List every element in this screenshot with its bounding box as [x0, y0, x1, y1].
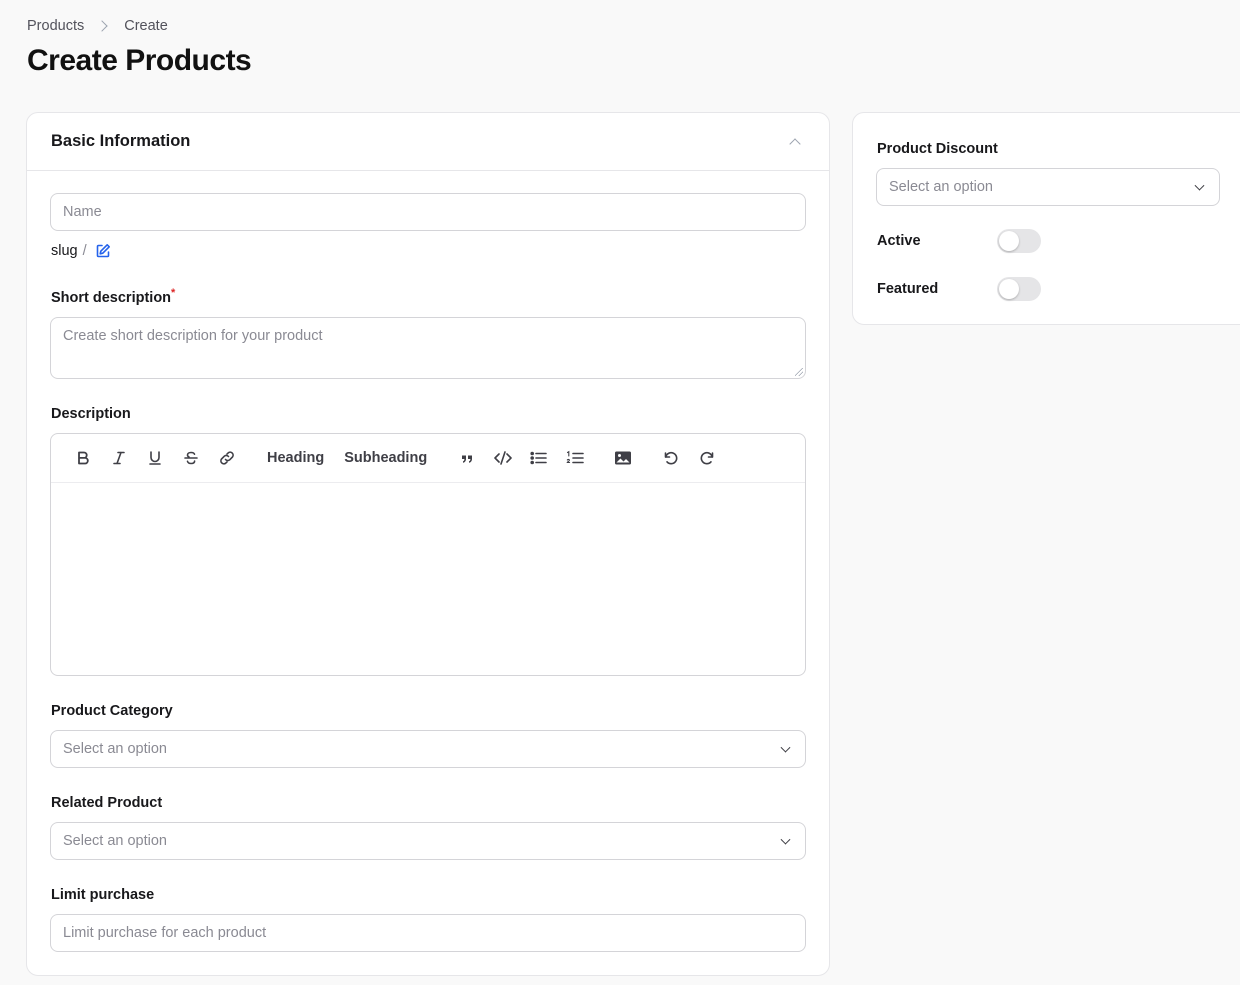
underline-button[interactable] [137, 442, 173, 474]
redo-icon [700, 451, 714, 465]
product-category-select[interactable]: Select an option [50, 730, 806, 768]
italic-button[interactable] [101, 442, 137, 474]
toggle-knob [999, 231, 1019, 251]
name-placeholder: Name [63, 204, 102, 220]
breadcrumb-products-link[interactable]: Products [27, 18, 84, 34]
underline-icon [149, 451, 161, 465]
quote-icon [462, 455, 473, 463]
chevron-down-icon [780, 742, 791, 753]
bullet-list-icon [530, 451, 547, 465]
collapse-button[interactable] [785, 132, 805, 152]
blockquote-button[interactable] [449, 442, 485, 474]
undo-icon [664, 451, 678, 465]
related-product-label: Related Product [51, 795, 163, 811]
link-icon [220, 451, 234, 465]
limit-purchase-input[interactable]: Limit purchase for each product [50, 914, 806, 952]
page-title: Create Products [27, 44, 252, 77]
redo-button[interactable] [689, 442, 725, 474]
active-label: Active [877, 233, 921, 249]
image-icon [615, 451, 632, 465]
featured-row: Featured [877, 277, 1041, 301]
editor-content-area[interactable] [51, 483, 805, 675]
italic-icon [113, 451, 125, 465]
product-settings-card: Product Discount Select an option Active… [852, 112, 1240, 325]
required-mark: * [171, 287, 176, 299]
strikethrough-button[interactable] [173, 442, 209, 474]
section-title: Basic Information [51, 132, 191, 150]
ordered-list-icon [566, 450, 584, 464]
basic-information-section: Basic Information Name slug / Short desc… [26, 112, 830, 976]
rich-text-editor: Heading Subheading [50, 433, 806, 676]
name-input[interactable]: Name [50, 193, 806, 231]
breadcrumb: Products Create [27, 18, 168, 34]
featured-label: Featured [877, 281, 939, 297]
bullet-list-button[interactable] [521, 442, 557, 474]
slug-label: slug [51, 243, 78, 259]
bold-button[interactable] [65, 442, 101, 474]
product-discount-label: Product Discount [877, 141, 998, 157]
slug-row: slug / [51, 243, 111, 259]
active-row: Active [877, 229, 1041, 253]
limit-purchase-placeholder: Limit purchase for each product [63, 925, 267, 941]
active-toggle[interactable] [997, 229, 1041, 253]
code-icon [494, 451, 512, 465]
chevron-down-icon [1194, 180, 1205, 191]
product-category-label: Product Category [51, 703, 173, 719]
slug-separator: / [82, 243, 87, 259]
short-description-textarea[interactable]: Create short description for your produc… [50, 317, 806, 379]
editor-toolbar: Heading Subheading [51, 434, 805, 483]
bold-icon [78, 451, 89, 465]
toggle-knob [999, 279, 1019, 299]
short-description-label-text: Short description [51, 290, 172, 306]
description-label: Description [51, 406, 131, 422]
limit-purchase-label: Limit purchase [51, 887, 155, 903]
chevron-down-icon [780, 834, 791, 845]
edit-icon[interactable] [95, 243, 111, 259]
related-product-select[interactable]: Select an option [50, 822, 806, 860]
section-header[interactable]: Basic Information [27, 113, 829, 171]
short-description-label: Short description* [51, 287, 176, 306]
strike-icon [184, 451, 198, 465]
resize-handle[interactable] [795, 368, 803, 376]
heading-button[interactable]: Heading [257, 442, 334, 474]
chevron-right-icon [96, 20, 108, 32]
undo-button[interactable] [653, 442, 689, 474]
related-product-placeholder: Select an option [63, 833, 167, 849]
short-description-placeholder: Create short description for your produc… [63, 328, 323, 344]
link-button[interactable] [209, 442, 245, 474]
subheading-button[interactable]: Subheading [334, 442, 437, 474]
featured-toggle[interactable] [997, 277, 1041, 301]
product-discount-select[interactable]: Select an option [876, 168, 1220, 206]
breadcrumb-current: Create [124, 18, 168, 34]
product-category-placeholder: Select an option [63, 741, 167, 757]
ordered-list-button[interactable] [557, 442, 593, 474]
chevron-up-icon [789, 137, 801, 150]
code-block-button[interactable] [485, 442, 521, 474]
product-discount-placeholder: Select an option [889, 179, 993, 195]
insert-image-button[interactable] [605, 442, 641, 474]
